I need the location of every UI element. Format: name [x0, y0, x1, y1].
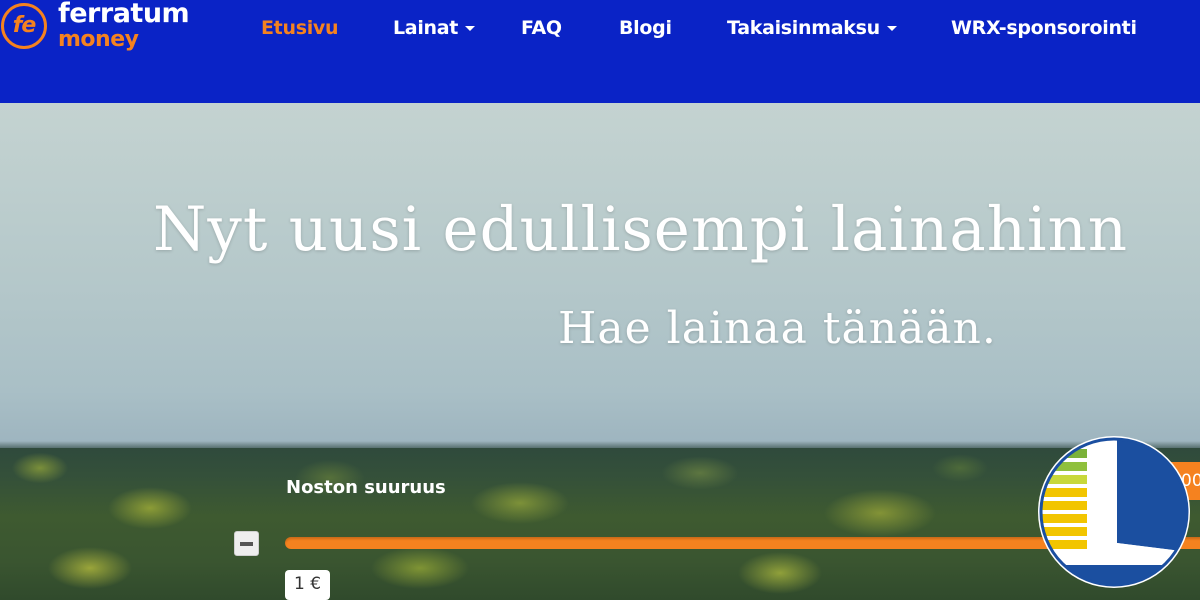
logo-wordmark-money: money	[58, 27, 139, 52]
ferratum-fe-logo-icon: fe	[1, 3, 47, 49]
slider-min-value: 1 €	[285, 570, 331, 600]
nav-item-label: FAQ	[521, 17, 562, 39]
nav-item-wrx-sponsorointi[interactable]: WRX-sponsorointi	[951, 14, 1137, 42]
hero-background-forest	[0, 448, 1200, 600]
nav-item-takaisinmaksu[interactable]: Takaisinmaksu	[727, 14, 897, 42]
letter-l-badge-graphic	[1038, 436, 1190, 588]
ferratum-money-logo[interactable]: fe ferratum money	[0, 0, 220, 60]
decrease-amount-button[interactable]	[234, 531, 259, 556]
hero-banner: Nyt uusi edullisempi lainahinn Hae laina…	[0, 103, 1200, 600]
nav-item-blogi[interactable]: Blogi	[619, 14, 672, 42]
nav-item-label: Etusivu	[261, 17, 339, 39]
nav-item-faq[interactable]: FAQ	[521, 14, 562, 42]
chevron-down-icon	[886, 26, 897, 31]
chevron-down-icon	[465, 26, 476, 31]
hero-subtitle: Hae lainaa tänään.	[558, 303, 997, 354]
nav-item-label: Lainat	[393, 17, 459, 39]
letter-l-badge-icon	[1037, 435, 1191, 589]
hero-title: Nyt uusi edullisempi lainahinn	[153, 194, 1129, 265]
minus-icon	[240, 542, 253, 546]
nav-item-label: WRX-sponsorointi	[951, 17, 1137, 39]
nav-item-etusivu[interactable]: Etusivu	[261, 14, 339, 42]
nav-item-label: Takaisinmaksu	[727, 17, 880, 39]
top-navigation-bar: fe ferratum money Etusivu Lainat FAQ Blo…	[0, 0, 1200, 103]
logo-mark-text: fe	[12, 13, 37, 38]
nav-item-lainat[interactable]: Lainat	[393, 14, 476, 42]
loan-amount-label: Noston suuruus	[286, 477, 446, 498]
logo-wordmark-ferratum: ferratum	[58, 0, 190, 29]
nav-item-label: Blogi	[619, 17, 672, 39]
